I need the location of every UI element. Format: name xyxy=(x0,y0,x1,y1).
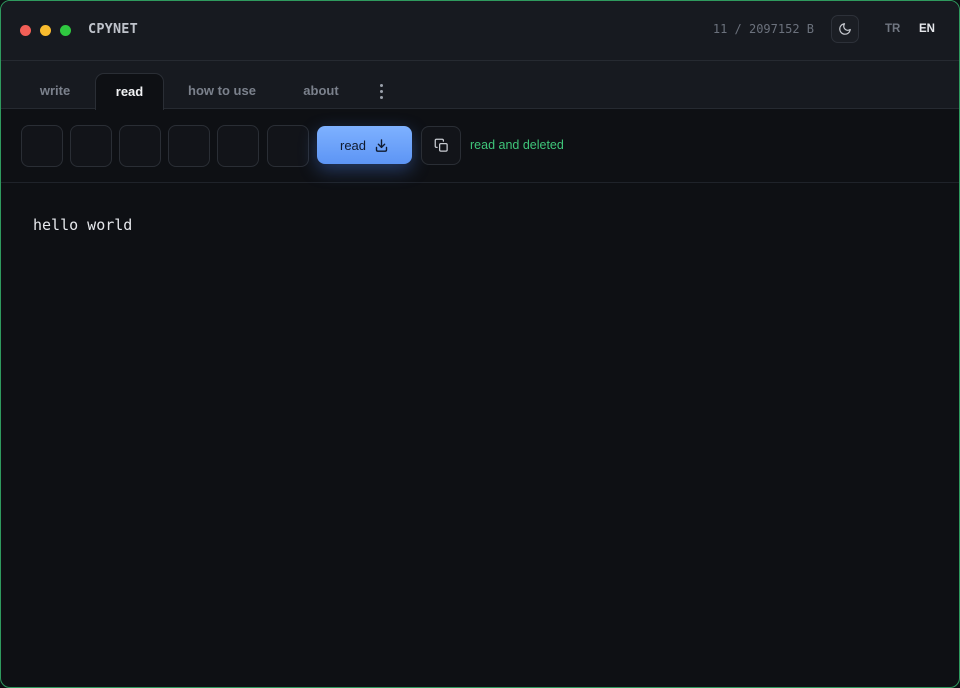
code-input-2[interactable] xyxy=(70,125,112,167)
more-menu-icon[interactable] xyxy=(373,81,389,101)
theme-toggle-button[interactable] xyxy=(831,15,859,43)
download-icon xyxy=(375,138,388,152)
code-input-3[interactable] xyxy=(119,125,161,167)
tab-how-to-use[interactable]: how to use xyxy=(177,73,267,109)
tab-about[interactable]: about xyxy=(289,73,353,109)
language-en-button[interactable]: EN xyxy=(919,23,935,35)
copy-icon xyxy=(434,138,448,152)
minimize-window-button[interactable] xyxy=(40,25,51,36)
code-input-1[interactable] xyxy=(21,125,63,167)
read-toolbar: read read and deleted xyxy=(1,109,959,183)
status-message: read and deleted xyxy=(470,138,564,152)
tab-write[interactable]: write xyxy=(23,73,87,109)
copy-button[interactable] xyxy=(421,126,461,165)
code-input-4[interactable] xyxy=(168,125,210,167)
tab-bar: write read how to use about xyxy=(1,61,959,110)
message-content: hello world xyxy=(33,216,133,234)
code-input-5[interactable] xyxy=(217,125,259,167)
size-counter: 11 / 2097152 B xyxy=(712,22,814,36)
code-input-6[interactable] xyxy=(267,125,309,167)
read-button-label: read xyxy=(339,137,367,153)
tab-read[interactable]: read xyxy=(95,73,164,110)
app-title: CPYNET xyxy=(88,21,138,37)
close-window-button[interactable] xyxy=(20,25,31,36)
app-window: CPYNET 11 / 2097152 B TR EN write read h… xyxy=(0,0,960,688)
title-bar: CPYNET 11 / 2097152 B TR EN xyxy=(1,1,959,61)
read-button[interactable]: read xyxy=(317,126,412,164)
maximize-window-button[interactable] xyxy=(60,25,71,36)
language-tr-button[interactable]: TR xyxy=(885,23,900,35)
moon-icon xyxy=(839,23,851,35)
